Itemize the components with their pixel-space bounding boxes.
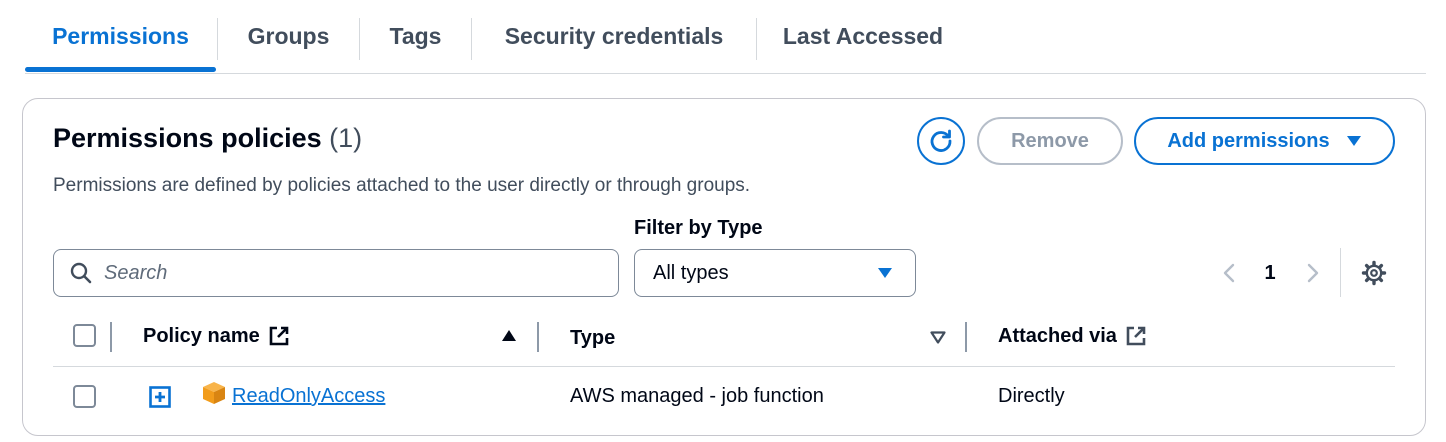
column-header-type[interactable]: Type bbox=[570, 324, 615, 352]
column-divider bbox=[965, 322, 967, 352]
tab-permissions[interactable]: Permissions bbox=[25, 0, 216, 73]
add-permissions-label: Add permissions bbox=[1167, 129, 1330, 152]
policy-count: (1) bbox=[329, 123, 363, 153]
external-link-icon bbox=[269, 326, 289, 346]
current-page[interactable]: 1 bbox=[1258, 259, 1282, 287]
aws-managed-policy-icon bbox=[201, 380, 227, 411]
chevron-left-icon bbox=[1223, 263, 1235, 283]
external-link-icon bbox=[1126, 326, 1146, 346]
column-divider bbox=[537, 322, 539, 352]
policy-name-link[interactable]: ReadOnlyAccess bbox=[232, 385, 385, 408]
remove-button[interactable]: Remove bbox=[977, 117, 1123, 165]
search-field[interactable] bbox=[53, 249, 619, 297]
caret-down-icon bbox=[1346, 136, 1361, 146]
column-divider bbox=[110, 322, 112, 352]
caret-down-icon bbox=[878, 268, 892, 278]
gear-icon bbox=[1361, 260, 1387, 286]
policy-type-cell: AWS managed - job function bbox=[570, 385, 824, 407]
row-checkbox[interactable] bbox=[73, 385, 96, 408]
expand-plus-icon bbox=[149, 386, 171, 408]
search-icon bbox=[70, 262, 92, 284]
page-title: Permissions policies (1) bbox=[53, 123, 362, 154]
tab-label: Permissions bbox=[52, 23, 189, 49]
pagination-divider bbox=[1340, 248, 1341, 297]
refresh-button[interactable] bbox=[917, 117, 965, 165]
title-text: Permissions policies bbox=[53, 123, 322, 153]
tab-last-accessed[interactable]: Last Accessed bbox=[757, 0, 969, 73]
sort-ascending-icon bbox=[502, 330, 516, 341]
remove-label: Remove bbox=[1011, 129, 1089, 152]
column-label: Attached via bbox=[998, 324, 1117, 347]
tab-groups[interactable]: Groups bbox=[218, 0, 359, 73]
tab-label: Groups bbox=[247, 23, 330, 49]
search-input[interactable] bbox=[104, 261, 604, 285]
sort-type-button[interactable] bbox=[930, 331, 946, 349]
column-label: Type bbox=[570, 326, 616, 349]
chevron-right-icon bbox=[1307, 263, 1319, 283]
previous-page-button[interactable] bbox=[1219, 259, 1239, 287]
tab-security-credentials[interactable]: Security credentials bbox=[472, 0, 756, 73]
add-permissions-button[interactable]: Add permissions bbox=[1134, 117, 1395, 165]
expand-row-button[interactable] bbox=[149, 386, 171, 413]
type-filter-value: All types bbox=[653, 261, 729, 284]
column-header-attached-via[interactable]: Attached via bbox=[998, 322, 1147, 350]
tab-label: Security credentials bbox=[504, 23, 724, 49]
tab-label: Tags bbox=[389, 23, 442, 49]
refresh-icon bbox=[930, 129, 952, 152]
table-divider bbox=[53, 366, 1395, 367]
section-description: Permissions are defined by policies atta… bbox=[53, 175, 751, 196]
sort-descending-icon bbox=[930, 331, 946, 344]
filter-type-label: Filter by Type bbox=[634, 217, 763, 239]
preferences-button[interactable] bbox=[1360, 259, 1388, 287]
tab-bar: Permissions Groups Tags Security credent… bbox=[25, 0, 1426, 74]
active-tab-indicator bbox=[25, 67, 216, 72]
sort-ascending-button[interactable] bbox=[501, 329, 517, 347]
tab-label: Last Accessed bbox=[782, 23, 944, 49]
column-label: Policy name bbox=[143, 324, 260, 347]
column-header-policy-name[interactable]: Policy name bbox=[143, 322, 290, 350]
select-all-checkbox[interactable] bbox=[73, 324, 96, 347]
tab-tags[interactable]: Tags bbox=[360, 0, 471, 73]
attached-via-cell: Directly bbox=[998, 385, 1065, 407]
type-filter-select[interactable]: All types bbox=[634, 249, 916, 297]
next-page-button[interactable] bbox=[1303, 259, 1323, 287]
